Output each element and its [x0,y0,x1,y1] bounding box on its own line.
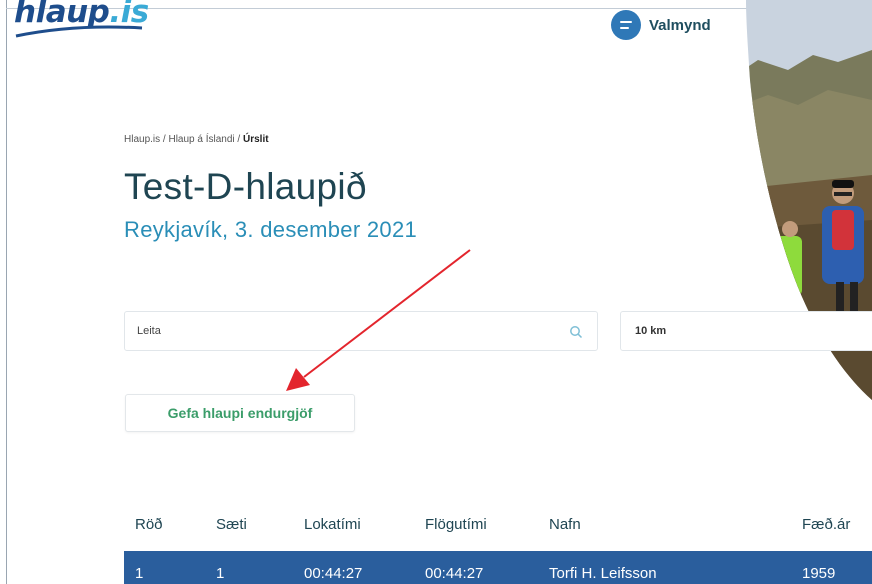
search-input-text: Leita [137,325,161,337]
search-input[interactable]: Leita [124,311,598,351]
page-title: Test-D-hlaupið [124,166,367,207]
table-row[interactable] [124,551,872,584]
hamburger-menu-icon [611,10,641,40]
column-header-rank[interactable]: Röð [135,516,163,533]
window-frame-left [6,0,7,584]
distance-select-value: 10 km [635,325,667,337]
distance-select[interactable]: 10 km [620,311,872,351]
site-logo[interactable]: hlaup.is [14,0,164,44]
menu-button[interactable]: Valmynd [611,10,711,40]
feedback-button[interactable]: Gefa hlaupi endurgjöf [125,394,355,432]
breadcrumb-separator: / [234,134,243,145]
table-cell-name[interactable]: Torfi H. Leifsson [549,565,657,582]
breadcrumb-home[interactable]: Hlaup.is [124,134,160,145]
breadcrumb-section[interactable]: Hlaup á Íslandi [168,134,234,145]
event-location-date: Reykjavík, 3. desember 2021 [124,217,418,242]
breadcrumb: Hlaup.is / Hlaup á Íslandi / Úrslit [124,134,269,145]
menu-label: Valmynd [649,16,711,34]
logo-swoosh-icon [15,25,143,38]
table-cell-place: 1 [216,565,225,582]
search-icon[interactable] [569,325,583,339]
column-header-birth-year[interactable]: Fæð.ár [802,516,850,533]
table-cell-rank: 1 [135,565,144,582]
table-cell-chip-time: 00:44:27 [425,565,484,582]
table-cell-birth-year: 1959 [802,565,836,582]
table-cell-finish-time: 00:44:27 [304,565,363,582]
column-header-place[interactable]: Sæti [216,516,247,533]
column-header-finish-time[interactable]: Lokatími [304,516,361,533]
breadcrumb-current: Úrslit [242,134,269,145]
column-header-chip-time[interactable]: Flögutími [425,516,487,533]
column-header-name[interactable]: Nafn [549,516,581,533]
